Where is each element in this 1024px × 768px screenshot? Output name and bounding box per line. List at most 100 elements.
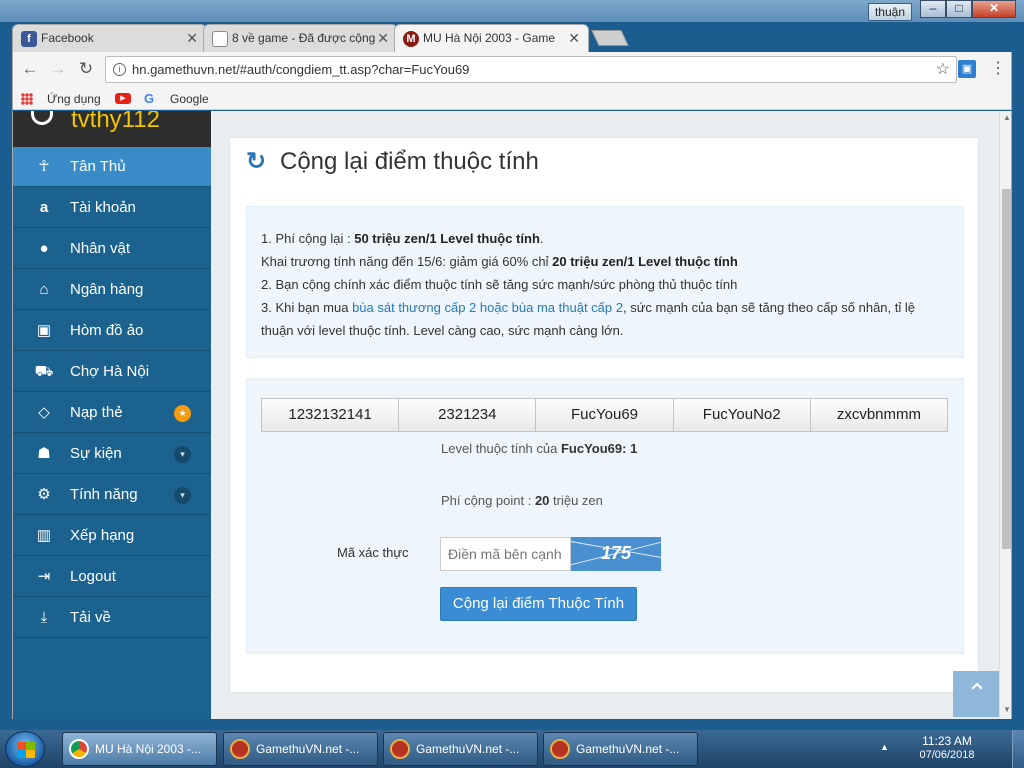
notice-text: , sức mạnh của bạn sẽ tăng theo cấp số n…	[622, 300, 915, 315]
sidebar-item-label: Tính năng	[70, 486, 138, 503]
notice-text: 1. Phí cộng lại :	[261, 231, 355, 246]
sidebar-item-logout[interactable]: ⇥ Logout	[13, 557, 211, 597]
bookmark-apps[interactable]: Ứng dụng	[47, 88, 101, 110]
level-label: Level thuộc tính của	[441, 441, 561, 456]
info-icon[interactable]: i	[113, 63, 126, 76]
scroll-up-icon[interactable]: ▲	[1000, 113, 1011, 122]
bookmarks-bar: Ứng dụng ▶ G Google	[12, 88, 1012, 110]
captcha-input[interactable]	[440, 537, 571, 571]
window-titlebar: thuận – □ ✕	[0, 0, 1024, 22]
briefcase-icon: ▣	[36, 322, 52, 339]
bar-chart-icon: ▥	[36, 527, 52, 544]
sidebar-item-nhan-vat[interactable]: ● Nhân vật	[13, 229, 211, 269]
character-button[interactable]: zxcvbnmmm	[809, 398, 949, 432]
close-window-button[interactable]: ✕	[972, 0, 1016, 18]
close-tab-icon[interactable]: ✕	[377, 25, 389, 52]
forward-arrow-icon[interactable]: →	[47, 58, 69, 80]
apps-grid-icon	[21, 93, 33, 105]
scroll-down-icon[interactable]: ▼	[1000, 705, 1011, 714]
mu-game-icon	[230, 739, 250, 759]
url-text: hn.gamethuvn.net/#auth/congdiem_tt.asp?c…	[132, 62, 470, 77]
level-character: FucYou69	[560, 441, 623, 456]
show-desktop-button[interactable]	[1012, 730, 1024, 768]
taskbar-item-game[interactable]: GamethuVN.net -...	[383, 732, 538, 766]
page-viewport: tvthy112 ☥ Tân Thủ a Tài khoản ● Nhân vậ…	[12, 111, 1012, 719]
taskbar-item-label: GamethuVN.net -...	[576, 742, 680, 756]
sidebar-item-xep-hang[interactable]: ▥ Xếp hạng	[13, 516, 211, 556]
notice-text: .	[539, 231, 544, 246]
google-logo-icon: G	[144, 91, 155, 106]
sidebar-item-tai-ve[interactable]: ⤓ Tải về	[13, 598, 211, 638]
level-value: : 1	[622, 441, 638, 456]
mu-game-icon	[390, 739, 410, 759]
notice-line-3: 2. Bạn cộng chính xác điểm thuộc tính sẽ…	[261, 277, 738, 292]
submit-reset-button[interactable]: Cộng lại điểm Thuộc Tính	[440, 587, 637, 621]
back-arrow-icon[interactable]: ←	[19, 58, 41, 80]
sidebar-item-tinh-nang[interactable]: ⚙ Tính năng ▾	[13, 475, 211, 515]
captcha-image[interactable]: 175	[571, 537, 661, 571]
close-tab-icon[interactable]: ✕	[186, 25, 198, 52]
logout-icon: ⇥	[37, 568, 51, 585]
close-tab-icon[interactable]: ✕	[568, 25, 580, 52]
sidebar-item-tai-khoan[interactable]: a Tài khoản	[13, 188, 211, 228]
character-button[interactable]: FucYouNo2	[672, 398, 810, 432]
tab-facebook[interactable]: f Facebook ✕	[12, 24, 207, 52]
star-badge-icon: ★	[174, 405, 191, 422]
profile-chip[interactable]: thuận	[867, 3, 912, 21]
tab-mu-ha-noi[interactable]: M MU Hà Nội 2003 - Game ✕	[394, 24, 589, 52]
charm-link[interactable]: bùa sát thương cấp 2 hoặc bùa ma thuật c…	[352, 300, 623, 315]
bookmark-google[interactable]: Google	[170, 88, 209, 110]
character-button[interactable]: FucYou69	[535, 398, 673, 432]
reset-form-panel: 1232132141 2321234 FucYou69 FucYouNo2 zx…	[246, 378, 964, 654]
sidebar-item-label: Tải về	[70, 609, 111, 626]
sidebar-item-nap-the[interactable]: ◇ Nạp thẻ ★	[13, 393, 211, 433]
main-content: ↻ Cộng lại điểm thuộc tính 1. Phí cộng l…	[211, 111, 1011, 719]
browser-toolbar: ← → ↻ i hn.gamethuvn.net/#auth/congdiem_…	[12, 52, 1012, 88]
extension-icon[interactable]: ▣	[958, 60, 976, 78]
bank-icon: ⌂	[39, 281, 49, 298]
sidebar-item-hom-do-ao[interactable]: ▣ Hòm đồ ảo	[13, 311, 211, 351]
tray-expand-icon[interactable]: ▲	[880, 742, 889, 752]
youtube-icon[interactable]: ▶	[115, 93, 131, 104]
amazon-icon: a	[39, 199, 49, 216]
start-button[interactable]	[5, 731, 45, 767]
bookmark-star-icon[interactable]: ☆	[936, 57, 950, 82]
sidebar-item-tan-thu[interactable]: ☥ Tân Thủ	[13, 147, 211, 187]
character-selector: 1232132141 2321234 FucYou69 FucYouNo2 zx…	[261, 398, 949, 432]
clock-time[interactable]: 11:23 AM	[902, 734, 992, 748]
page-scrollbar[interactable]: ▲ ▼	[999, 111, 1011, 719]
character-button[interactable]: 2321234	[398, 398, 536, 432]
notice-bold: 50 triệu zen/1 Level thuộc tính	[354, 231, 540, 246]
taskbar-item-chrome[interactable]: MU Hà Nội 2003 -...	[62, 732, 217, 766]
sidebar-item-label: Tài khoản	[70, 199, 136, 216]
taskbar-item-game[interactable]: GamethuVN.net -...	[223, 732, 378, 766]
notice-line-1: 1. Phí cộng lại : 50 triệu zen/1 Level t…	[261, 227, 949, 250]
fee-value: 20	[534, 493, 550, 508]
sidebar-item-label: Nhân vật	[70, 240, 131, 257]
system-tray: ▲ 11:23 AM 07/06/2018	[880, 730, 1012, 768]
new-tab-button[interactable]	[591, 30, 629, 46]
sidebar-item-ngan-hang[interactable]: ⌂ Ngân hàng	[13, 270, 211, 310]
sidebar-item-su-kien[interactable]: ☗ Sự kiện ▾	[13, 434, 211, 474]
scroll-to-top-button[interactable]: ⌃	[953, 671, 1001, 717]
mu-game-icon	[550, 739, 570, 759]
captcha-label: Mã xác thực	[337, 545, 409, 560]
minimize-button[interactable]: –	[920, 0, 946, 18]
maximize-button[interactable]: □	[946, 0, 972, 18]
reload-icon[interactable]: ↻	[75, 58, 97, 80]
window-controls: thuận – □ ✕	[867, 0, 1016, 21]
taskbar-item-game[interactable]: GamethuVN.net -...	[543, 732, 698, 766]
chevron-down-icon[interactable]: ▾	[174, 487, 191, 504]
notice-text: Khai trương tính năng đến 15/6: giảm giá…	[261, 254, 553, 269]
page-icon	[212, 31, 228, 47]
clock-date[interactable]: 07/06/2018	[902, 749, 992, 761]
tab-8-ve-game[interactable]: 8 về game - Đã được cộng ✕	[203, 24, 398, 52]
menu-dots-icon[interactable]: ⋮	[990, 58, 1006, 78]
character-button[interactable]: 1232132141	[261, 398, 399, 432]
sidebar-item-cho-ha-noi[interactable]: ⛟ Chợ Hà Nội	[13, 352, 211, 392]
address-bar[interactable]: i hn.gamethuvn.net/#auth/congdiem_tt.asp…	[105, 56, 957, 83]
sidebar-item-label: Nạp thẻ	[70, 404, 123, 421]
sidebar-item-label: Chợ Hà Nội	[70, 363, 150, 380]
scroll-thumb[interactable]	[1002, 189, 1011, 549]
chevron-down-icon[interactable]: ▾	[174, 446, 191, 463]
